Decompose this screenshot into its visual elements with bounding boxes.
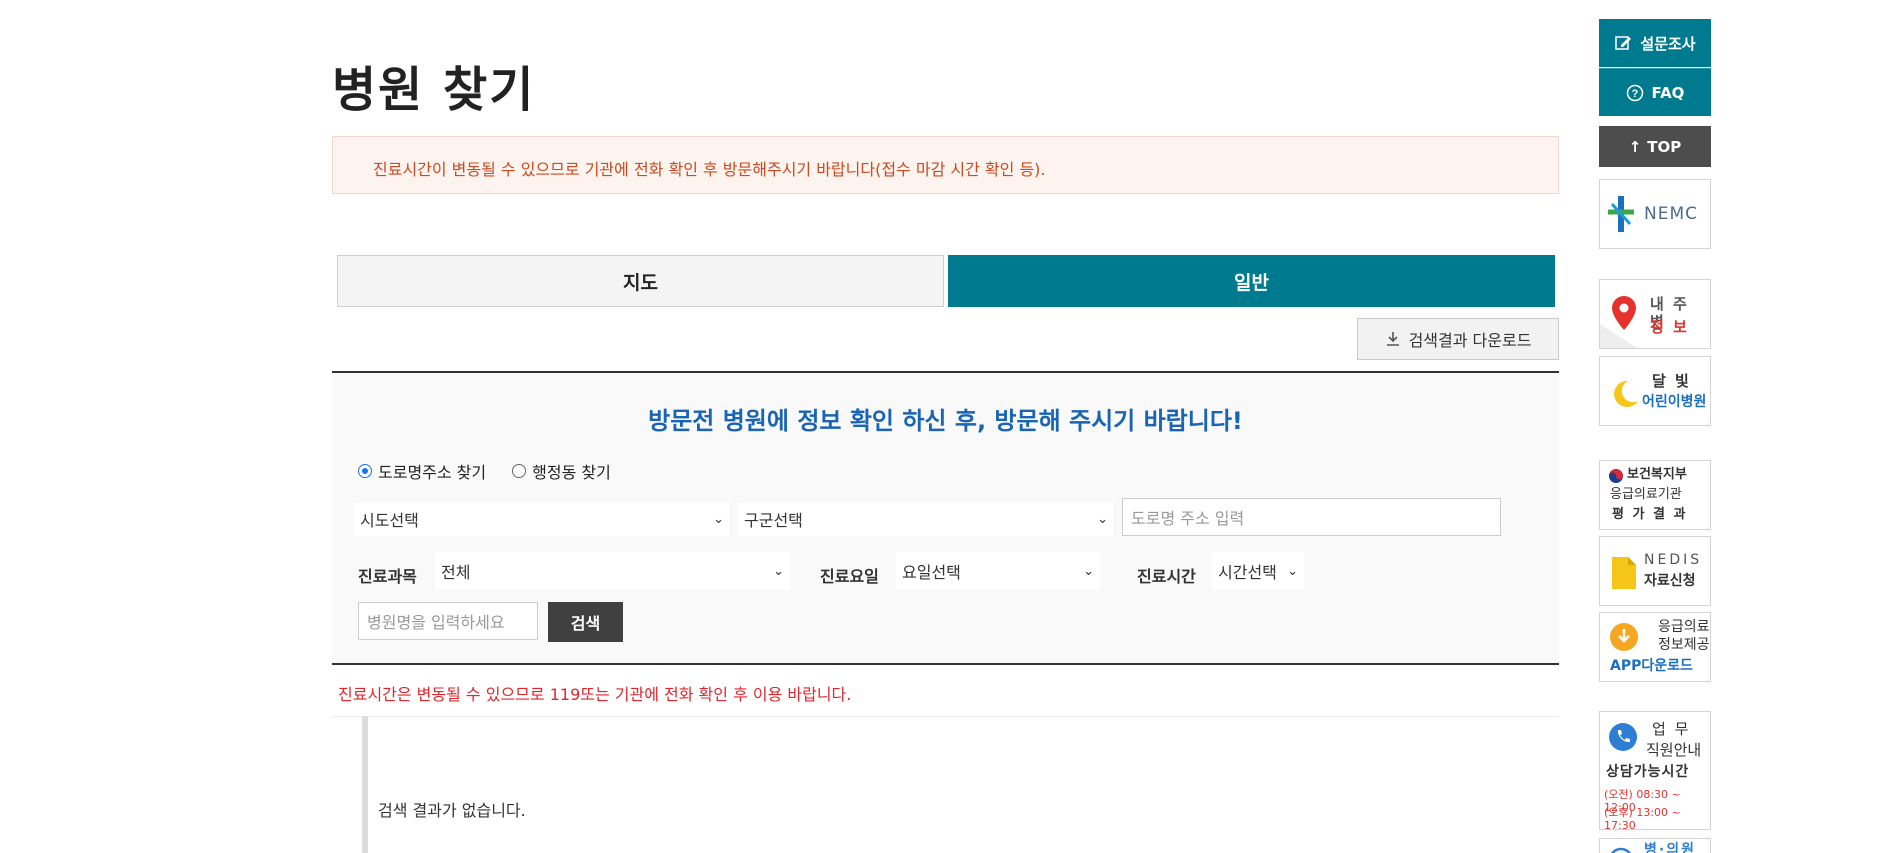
search-panel: 방문전 병원에 정보 확인 하신 후, 방문해 주시기 바랍니다! 도로명주소 … [332, 371, 1559, 665]
hospital-name-input[interactable]: 병원명을 입력하세요 [358, 602, 538, 640]
taegeuk-icon [1609, 469, 1623, 483]
survey-button[interactable]: 설문조사 [1599, 19, 1711, 67]
radio-road-address-label: 도로명주소 찾기 [378, 463, 487, 482]
download-results-label: 검색결과 다운로드 [1408, 331, 1532, 350]
mohw-evaluation-banner[interactable]: 보건복지부 응급의료기관 평 가 결 과 [1599, 460, 1711, 530]
day-label: 진료요일 [820, 567, 879, 586]
time-label: 진료시간 [1137, 567, 1196, 586]
nedis-line1: NEDIS [1644, 552, 1703, 568]
radio-unchecked-icon [512, 464, 527, 478]
tab-map[interactable]: 지도 [337, 255, 944, 307]
edit-icon [1615, 36, 1632, 50]
result-left-bar [362, 716, 368, 853]
nemc-banner[interactable]: NEMC [1599, 179, 1711, 249]
clinic-partial-label: 병·의원 [1644, 842, 1696, 853]
arrow-up-icon: ↑ [1628, 137, 1642, 156]
radio-admin-dong[interactable]: 행정동 찾기 [512, 459, 611, 483]
chevron-down-icon: ⌄ [1287, 563, 1298, 579]
mohw-line2: 응급의료기관 [1610, 487, 1682, 502]
hours-warning: 진료시간은 변동될 수 있으므로 119또는 기관에 전화 확인 후 이용 바랍… [338, 685, 852, 704]
divider [332, 716, 1559, 717]
day-select-value: 요일선택 [902, 563, 961, 582]
dept-select[interactable]: 전체 ⌄ [435, 552, 790, 590]
document-icon [1612, 557, 1636, 589]
radio-road-address[interactable]: 도로명주소 찾기 [358, 459, 486, 483]
time-select-value: 시간선택 [1218, 563, 1277, 582]
sido-select-value: 시도선택 [360, 511, 419, 530]
dept-label: 진료과목 [358, 567, 417, 586]
chevron-down-icon: ⌄ [773, 563, 784, 579]
tab-general[interactable]: 일반 [948, 255, 1555, 307]
visit-notice-box: 진료시간이 변동될 수 있으므로 기관에 전화 확인 후 방문해주시기 바랍니다… [332, 136, 1559, 194]
right-quick-menu: 설문조사 ? FAQ ↑ TOP NEMC 내 주 변 정 보 달 빛 어린이병… [1599, 0, 1711, 853]
app-download-banner[interactable]: 응급의료 정보제공 APP다운로드 [1599, 612, 1711, 682]
moonlight-hospital-banner[interactable]: 달 빛 어린이병원 [1599, 356, 1711, 426]
nemc-label: NEMC [1644, 204, 1698, 224]
contact-line5: (오후) 13:00 ~ 17:30 [1604, 806, 1681, 830]
road-address-input[interactable]: 도로명 주소 입력 [1122, 498, 1501, 536]
nemc-logo-icon [1608, 196, 1634, 232]
moonlight-line2: 어린이병원 [1642, 394, 1707, 410]
page-title: 병원 찾기 [332, 62, 536, 118]
app-line3: APP다운로드 [1610, 658, 1693, 674]
visit-notice-text: 진료시간이 변동될 수 있으므로 기관에 전화 확인 후 방문해주시기 바랍니다… [373, 160, 1046, 179]
time-select[interactable]: 시간선택 ⌄ [1212, 552, 1304, 590]
download-results-button[interactable]: 검색결과 다운로드 [1357, 318, 1559, 360]
app-line2: 정보제공 [1658, 637, 1710, 653]
nearby-info-banner[interactable]: 내 주 변 정 보 [1599, 279, 1711, 349]
survey-label: 설문조사 [1640, 34, 1696, 53]
faq-button[interactable]: ? FAQ [1599, 68, 1711, 116]
empty-result-message: 검색 결과가 없습니다. [378, 801, 526, 820]
contact-line3: 상담가능시간 [1606, 764, 1690, 780]
top-button[interactable]: ↑ TOP [1599, 126, 1711, 167]
chevron-down-icon: ⌄ [1097, 511, 1108, 527]
radio-checked-icon [358, 464, 372, 478]
radio-admin-dong-label: 행정동 찾기 [532, 463, 611, 482]
mohw-line3: 평 가 결 과 [1612, 507, 1688, 522]
main-content: 병원 찾기 진료시간이 변동될 수 있으므로 기관에 전화 확인 후 방문해주시… [332, 0, 1559, 853]
sido-select[interactable]: 시도선택 ⌄ [354, 502, 730, 536]
search-button[interactable]: 검색 [548, 602, 623, 642]
contact-line1: 업 무 [1652, 720, 1691, 738]
phone-icon [1609, 723, 1637, 751]
clinic-banner-partial[interactable]: 병·의원 [1599, 838, 1711, 853]
map-pin-icon [1600, 296, 1637, 348]
svg-text:?: ? [1631, 88, 1638, 100]
faq-label: FAQ [1651, 83, 1685, 102]
dept-select-value: 전체 [441, 563, 471, 582]
mohw-line1: 보건복지부 [1627, 467, 1687, 482]
top-label: TOP [1647, 137, 1682, 156]
moon-icon [1614, 380, 1638, 407]
day-select[interactable]: 요일선택 ⌄ [896, 552, 1100, 590]
nearby-line2: 정 보 [1650, 318, 1689, 336]
moonlight-line1: 달 빛 [1652, 372, 1691, 390]
app-line1: 응급의료 [1658, 619, 1710, 635]
contact-line2: 직원안내 [1646, 741, 1702, 759]
chevron-down-icon: ⌄ [713, 511, 724, 527]
question-icon: ? [1626, 84, 1643, 101]
search-heading: 방문전 병원에 정보 확인 하신 후, 방문해 주시기 바랍니다! [648, 407, 1243, 435]
download-icon [1386, 332, 1399, 346]
address-type-radios: 도로명주소 찾기 행정동 찾기 [358, 459, 611, 483]
chevron-down-icon: ⌄ [1083, 563, 1094, 579]
gugun-select-value: 구군선택 [744, 511, 803, 530]
circle-icon [1610, 847, 1632, 853]
nedis-request-banner[interactable]: NEDIS 자료신청 [1599, 536, 1711, 606]
staff-contact-banner[interactable]: 업 무 직원안내 상담가능시간 (오전) 08:30 ~ 12:00 (오후) … [1599, 711, 1711, 830]
gugun-select[interactable]: 구군선택 ⌄ [738, 502, 1114, 536]
nedis-line2: 자료신청 [1644, 573, 1696, 589]
cloud-download-icon [1610, 623, 1638, 651]
